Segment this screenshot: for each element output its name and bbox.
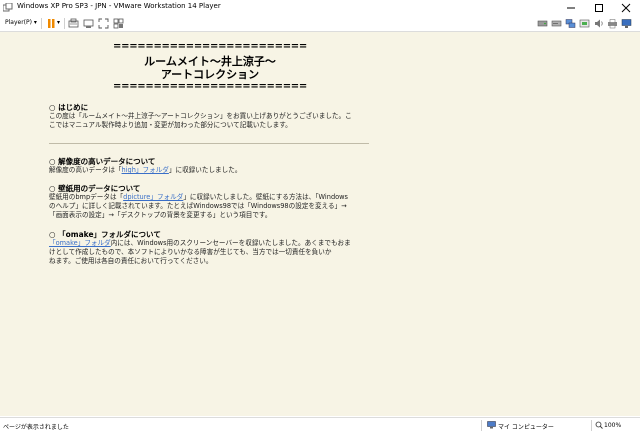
unity-mode-icon[interactable] [113, 18, 124, 29]
cd-dvd-device-icon[interactable] [551, 18, 562, 29]
toolbar-separator [41, 18, 42, 29]
omake-line-3: ねます。ご使用は各自の責任において行ってください。 [49, 257, 213, 265]
intro-line-1: この度は「ルームメイト～井上涼子～アートコレクション」をお買い上げありがとうござ… [49, 112, 352, 120]
network-adapter-icon[interactable] [565, 18, 576, 29]
section-body-hires: 解像度の高いデータは「high」フォルダ」に収録いたしました。 [49, 166, 371, 175]
zoom-icon[interactable] [595, 421, 603, 429]
pause-icon[interactable] [46, 18, 57, 29]
window-title: Windows XP Pro SP3 - JPN - VMware Workst… [17, 2, 221, 10]
section-body-omake: 「omake」フォルダ内には、Windows用のスクリーンセーバーを収録いたしま… [49, 239, 371, 266]
wallpaper-line-3: 「画面表示の設定」→「デスクトップの背景を変更する」という項目です。 [49, 211, 272, 219]
status-zoom-level[interactable]: 100% [604, 422, 621, 429]
player-menu-button[interactable]: Player(P) ▾ [5, 19, 37, 26]
heading-rule-top: ======================== [113, 41, 307, 52]
minimize-button[interactable] [557, 0, 585, 16]
section-divider [49, 143, 369, 144]
close-button[interactable] [612, 0, 640, 16]
pause-dropdown-arrow[interactable]: ▾ [57, 19, 60, 26]
guest-document-view: ======================== ルームメイト～井上涼子～ アー… [0, 32, 640, 416]
printer-device-icon[interactable] [607, 18, 618, 29]
dpicture-folder-link[interactable]: dpicture」フォルダ [123, 193, 183, 201]
section-body-wallpaper: 壁紙用のbmpデータは「dpicture」フォルダ」に収録いたしました。壁紙にす… [49, 193, 371, 220]
close-icon [621, 3, 631, 13]
heading-rule-bottom: ======================== [113, 81, 307, 92]
maximize-button[interactable] [585, 0, 613, 16]
player-toolbar: Player(P) ▾ ▾ [0, 16, 640, 32]
wallpaper-text-after: 」に収録いたしました。壁紙にする方法は、「Windows [183, 193, 348, 201]
sound-card-icon[interactable] [593, 18, 604, 29]
maximize-icon [595, 4, 603, 12]
omake-line-2: けとして作成したもので、本ソフトによりいかなる障害が生じても、当方では一切責任を… [49, 248, 332, 256]
intro-line-2: こではマニュアル製作時より追加・変更が加わった部分について記載いたします。 [49, 121, 292, 129]
high-folder-link[interactable]: high」フォルダ [122, 166, 169, 174]
omake-folder-link[interactable]: 「omake」フォルダ [49, 239, 111, 247]
page-title-line2: アートコレクション [160, 68, 260, 81]
removable-devices-icon[interactable] [83, 18, 94, 29]
minimize-icon [567, 7, 575, 9]
status-message: ページが表示されました [3, 424, 69, 431]
wallpaper-line-2: のヘルプ」に詳しく記載されています。たとえばWindows98では「Window… [49, 202, 347, 210]
toolbar-separator [64, 18, 65, 29]
hires-text-after: 」に収録いたしました。 [168, 166, 242, 174]
display-device-icon[interactable] [621, 18, 632, 29]
status-security-zone: マイ コンピューター [498, 424, 554, 431]
usb-device-icon[interactable] [579, 18, 590, 29]
hires-text-before: 解像度の高いデータは「 [49, 166, 122, 174]
fit-window-icon[interactable] [98, 18, 109, 29]
hard-disk-device-icon[interactable] [537, 18, 548, 29]
status-separator [481, 420, 482, 431]
vmware-app-icon [3, 3, 13, 12]
status-separator [591, 420, 592, 431]
wallpaper-text-before: 壁紙用のbmpデータは「 [49, 193, 124, 201]
section-body-intro: この度は「ルームメイト～井上涼子～アートコレクション」をお買い上げありがとうござ… [49, 112, 371, 130]
title-bar: Windows XP Pro SP3 - JPN - VMware Workst… [0, 0, 640, 16]
status-bar: ページが表示されました マイ コンピューター 100% [0, 417, 640, 433]
omake-text-after: 内には、Windows用のスクリーンセーバーを収録いたしました。あくまでもおま [110, 239, 351, 247]
my-computer-icon [487, 421, 496, 429]
send-ctrl-alt-del-icon[interactable] [68, 18, 79, 29]
